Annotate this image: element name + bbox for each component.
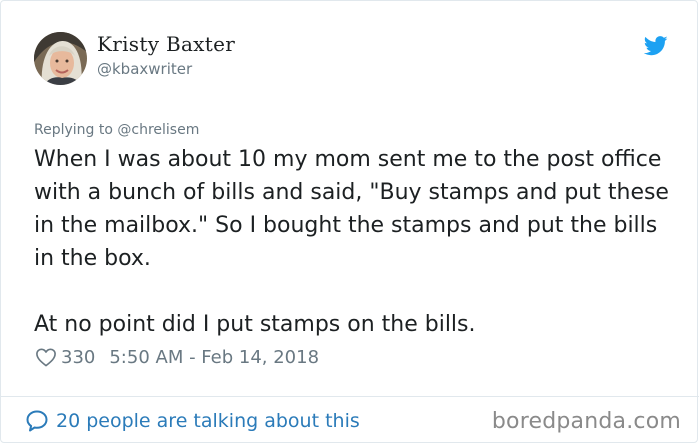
conversation-link[interactable]: 20 people are talking about this xyxy=(25,408,360,434)
like-count[interactable]: 330 xyxy=(61,347,95,368)
reply-context[interactable]: Replying to @chrelisem xyxy=(34,122,199,138)
tweet-paragraph: When I was about 10 my mom sent me to th… xyxy=(34,147,669,271)
speech-bubble-icon xyxy=(26,410,48,432)
author-display-name[interactable]: Kristy Baxter xyxy=(97,32,235,56)
tweet-text: When I was about 10 my mom sent me to th… xyxy=(34,143,674,341)
timestamp[interactable]: 5:50 AM - Feb 14, 2018 xyxy=(109,347,319,368)
watermark: boredpanda.com xyxy=(491,409,681,434)
avatar-photo-icon xyxy=(34,32,87,85)
tweet-paragraph: At no point did I put stamps on the bill… xyxy=(34,312,476,337)
divider xyxy=(1,396,699,397)
twitter-bird-icon[interactable] xyxy=(644,36,668,56)
avatar[interactable] xyxy=(34,32,87,85)
author-handle[interactable]: @kbaxwriter xyxy=(97,60,192,78)
conversation-link-label: 20 people are talking about this xyxy=(56,410,360,432)
tweet-card: Kristy Baxter @kbaxwriter Replying to @c… xyxy=(0,0,699,443)
tweet-meta: 330 5:50 AM - Feb 14, 2018 xyxy=(35,346,319,368)
heart-icon[interactable] xyxy=(35,347,57,367)
